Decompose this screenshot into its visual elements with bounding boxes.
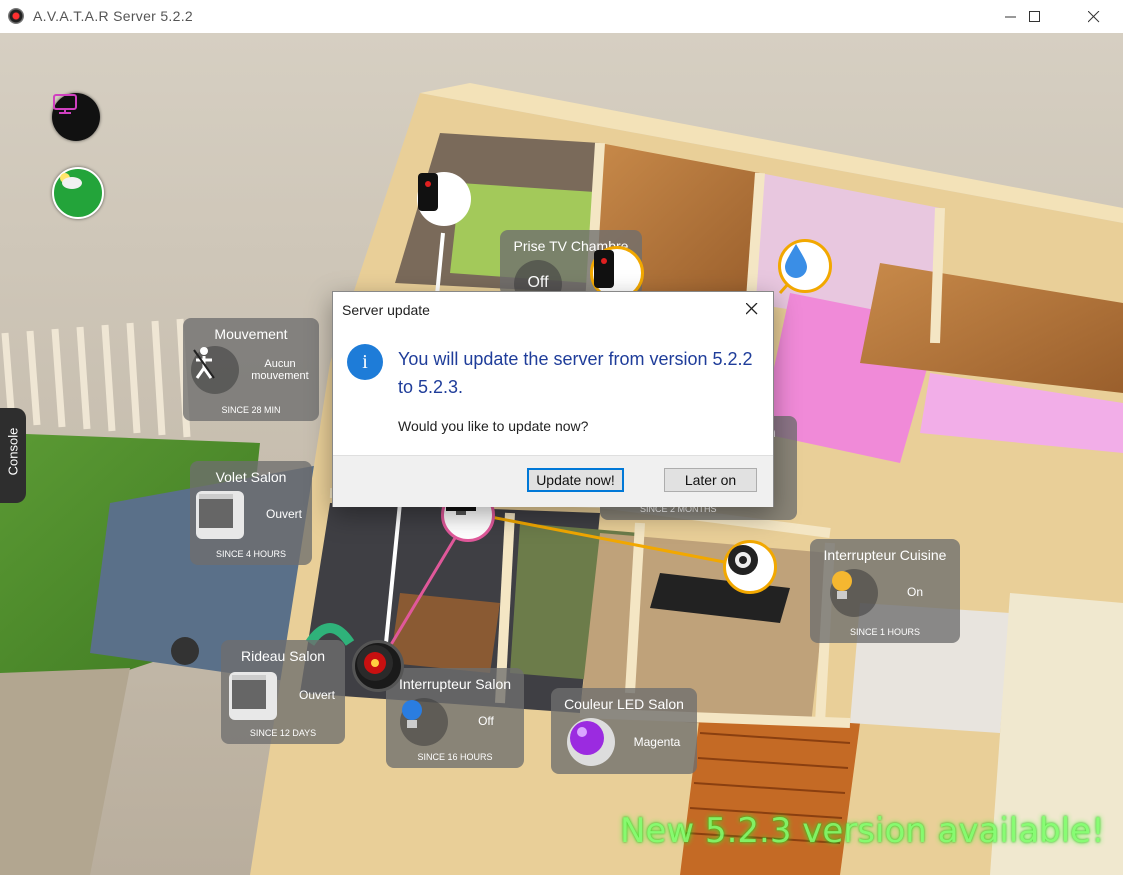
widget-state: Magenta (633, 735, 681, 749)
widget-title: Interrupteur Salon (398, 676, 512, 692)
widget-state: Off (478, 714, 494, 728)
dialog-message: You will update the server from version … (398, 349, 753, 397)
maximize-button[interactable] (1012, 0, 1058, 33)
phone-icon (594, 250, 614, 288)
close-icon (746, 303, 758, 315)
shutter-icon (196, 491, 244, 539)
widget-state: Off (527, 274, 549, 291)
dialog-title: Server update (342, 302, 430, 318)
console-label: Console (5, 427, 21, 476)
widget-title: Rideau Salon (240, 648, 326, 664)
window-title: A.V.A.T.A.R Server 5.2.2 (33, 8, 193, 24)
light-bulb-yellow-icon (830, 569, 878, 617)
widget-rideau-salon[interactable]: Rideau Salon Ouvert SINCE 12 DAYS (221, 640, 345, 744)
hal-device-marker[interactable] (352, 640, 404, 692)
dialog-footer: Update now! Later on (333, 455, 773, 507)
led-color-icon (567, 718, 615, 766)
update-now-button[interactable]: Update now! (527, 468, 624, 492)
close-icon (1088, 10, 1100, 22)
close-window-button[interactable] (1071, 0, 1117, 33)
widget-state: Ouvert (265, 507, 302, 521)
phone-device-marker[interactable] (417, 172, 471, 226)
monitor-icon (53, 94, 77, 114)
widget-volet-salon[interactable]: Volet Salon Ouvert SINCE 4 HOURS (190, 461, 312, 565)
weather-icon (60, 173, 82, 189)
console-tab[interactable]: Console (0, 408, 26, 503)
widget-state: Ouvert (298, 688, 335, 702)
widget-state: Aucun mouvement (251, 358, 309, 382)
widget-since: SINCE 1 HOURS (849, 627, 920, 637)
widget-interrupteur-cuisine[interactable]: Interrupteur Cuisine On SINCE 1 HOURS (810, 539, 960, 643)
widget-state: On (906, 585, 923, 599)
dialog-close-button[interactable] (737, 296, 767, 322)
motion-sensor-icon (191, 346, 239, 394)
widget-title: Mouvement (214, 326, 288, 342)
widget-since: SINCE 16 HOURS (417, 752, 493, 762)
widget-title: Interrupteur Cuisine (823, 547, 947, 563)
curtain-icon (229, 672, 277, 720)
water-sensor-marker[interactable] (778, 239, 832, 293)
widget-mouvement[interactable]: Mouvement Aucun mouvement SINCE 28 MIN (183, 318, 319, 421)
widget-interrupteur-salon[interactable]: Interrupteur Salon Off SINCE 16 HOURS (386, 668, 524, 768)
widget-title: Couleur LED Salon (564, 696, 684, 712)
water-drop-icon (785, 244, 807, 278)
widget-couleur-led-salon[interactable]: Couleur LED Salon Magenta (551, 688, 697, 774)
phone-icon (418, 173, 438, 211)
maximize-icon (1029, 10, 1040, 22)
widget-since: SINCE 4 HOURS (215, 549, 286, 559)
monitor-button[interactable] (52, 93, 100, 141)
widget-title: Volet Salon (215, 469, 287, 485)
dialog-question: Would you like to update now? (398, 418, 589, 434)
hal-eye-icon (357, 645, 393, 681)
window-titlebar: A.V.A.T.A.R Server 5.2.2 (0, 0, 1123, 33)
camera-icon (728, 545, 758, 575)
new-version-banner[interactable]: New 5.2.3 version available! (620, 811, 1105, 851)
weather-button[interactable] (52, 167, 104, 219)
info-icon: i (347, 344, 383, 380)
widget-since: SINCE 12 DAYS (249, 728, 317, 738)
later-on-button[interactable]: Later on (664, 468, 757, 492)
sensor-device-marker[interactable] (723, 540, 777, 594)
widget-since: SINCE 28 MIN (221, 405, 281, 415)
light-bulb-blue-icon (400, 698, 448, 746)
app-icon (8, 8, 24, 24)
server-update-dialog: Server update i You will update the serv… (332, 291, 774, 507)
